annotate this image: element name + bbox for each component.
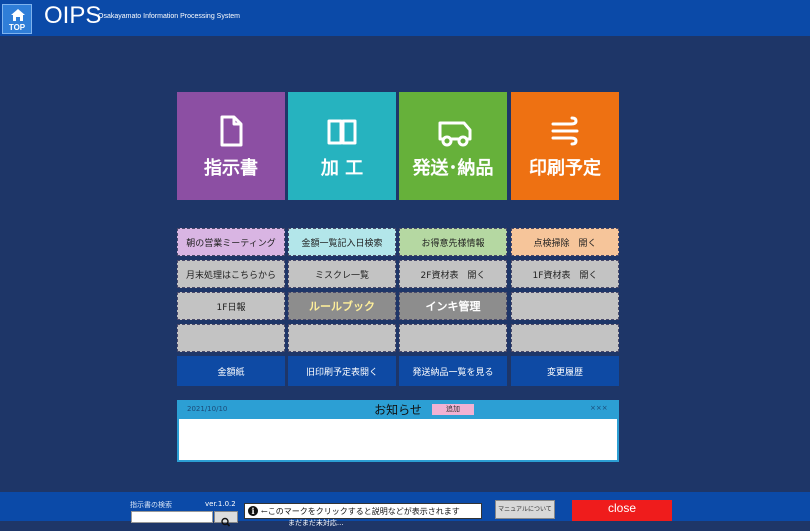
inspection-cleaning-button[interactable]: 点検掃除 開く: [511, 228, 619, 256]
version-label: ver.1.0.2: [205, 500, 236, 508]
ink-management-button[interactable]: インキ管理: [399, 292, 507, 320]
amount-sheet-button[interactable]: 金額紙: [177, 356, 285, 386]
month-end-button[interactable]: 月末処理はこちらから: [177, 260, 285, 288]
home-icon: [11, 9, 25, 21]
notice-panel: 2021/10/10 お知らせ 追加 ×××: [177, 400, 619, 462]
empty-slot: [399, 324, 507, 352]
2f-materials-button[interactable]: 2F資材表 開く: [399, 260, 507, 288]
shipping-list-button[interactable]: 発送納品一覧を見る: [399, 356, 507, 386]
old-print-schedule-button[interactable]: 旧印刷予定表開く: [288, 356, 396, 386]
instruction-search-input[interactable]: [131, 511, 213, 523]
help-note: i ←このマークをクリックすると説明などが表示されます: [244, 503, 482, 519]
empty-slot: [511, 292, 619, 320]
empty-slot: [511, 324, 619, 352]
change-history-button[interactable]: 変更履歴: [511, 356, 619, 386]
notice-mark: ×××: [590, 404, 608, 412]
notice-add-badge[interactable]: 追加: [432, 404, 474, 415]
1f-materials-button[interactable]: 1F資材表 開く: [511, 260, 619, 288]
manual-button[interactable]: マニュアルについて: [495, 500, 555, 519]
top-button-label: TOP: [8, 23, 26, 32]
notice-title: お知らせ: [374, 403, 422, 417]
wind-icon: [551, 116, 579, 146]
search-button[interactable]: [214, 511, 238, 527]
customer-info-button[interactable]: お得意先様情報: [399, 228, 507, 256]
tile-print-schedule-label: 印刷予定: [529, 158, 601, 179]
close-button[interactable]: close: [572, 500, 672, 521]
app-subtitle: Osakayamato Information Processing Syste…: [98, 13, 241, 20]
empty-slot: [177, 324, 285, 352]
1f-daily-report-button[interactable]: 1F日報: [177, 292, 285, 320]
notice-body: [179, 419, 617, 460]
search-label: 指示書の検索: [130, 501, 172, 509]
tile-shipping-label: 発送･納品: [412, 158, 494, 179]
tile-instructions[interactable]: 指示書: [177, 92, 285, 200]
empty-slot: [288, 324, 396, 352]
tile-processing[interactable]: 加 工: [288, 92, 396, 200]
info-icon[interactable]: i: [248, 506, 258, 516]
top-button[interactable]: TOP: [2, 4, 32, 34]
help-note-sub: まだまだ未対応...: [288, 519, 344, 527]
morning-sales-meeting-button[interactable]: 朝の営業ミーティング: [177, 228, 285, 256]
rulebook-button[interactable]: ルールブック: [288, 292, 396, 320]
magnifier-icon: [221, 517, 231, 527]
tile-shipping[interactable]: 発送･納品: [399, 92, 507, 200]
tile-instructions-label: 指示書: [204, 158, 258, 179]
amount-date-search-button[interactable]: 金額一覧記入日検索: [288, 228, 396, 256]
app-logo: OIPS: [44, 2, 102, 29]
book-icon: [327, 119, 357, 145]
footer-bar: 指示書の検索 ver.1.0.2 i ←このマークをクリックすると説明などが表示…: [0, 492, 810, 527]
help-note-text: ←このマークをクリックすると説明などが表示されます: [261, 506, 460, 516]
misclaim-list-button[interactable]: ミスクレ一覧: [288, 260, 396, 288]
tile-print-schedule[interactable]: 印刷予定: [511, 92, 619, 200]
document-icon: [220, 115, 243, 147]
tile-processing-label: 加 工: [320, 158, 364, 179]
header-bar: TOP OIPS Osakayamato Information Process…: [0, 0, 810, 36]
truck-icon: [438, 121, 472, 147]
